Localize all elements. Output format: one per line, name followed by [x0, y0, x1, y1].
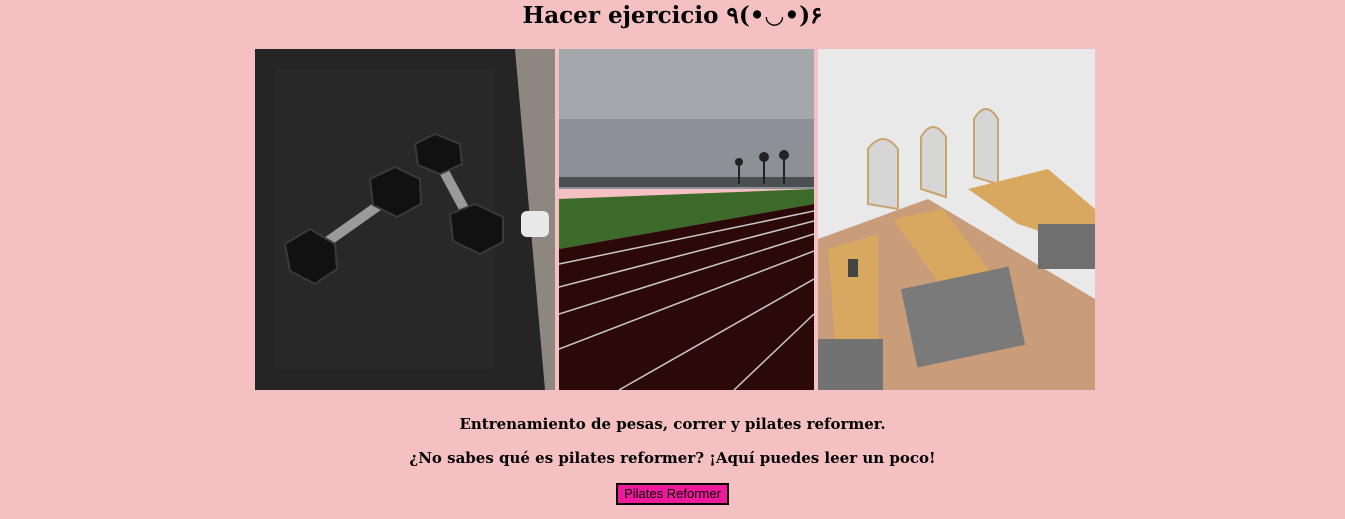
photo-gallery: [255, 49, 1095, 390]
pilates-reformer-button[interactable]: Pilates Reformer: [616, 483, 729, 505]
running-track-photo: [559, 49, 814, 390]
question-text: ¿No sabes qué es pilates reformer? ¡Aquí…: [409, 449, 936, 467]
pilates-studio-photo: [818, 49, 1095, 390]
dumbbells-photo: [255, 49, 555, 390]
description-text: Entrenamiento de pesas, correr y pilates…: [459, 415, 886, 433]
button-container: Pilates Reformer: [0, 483, 1345, 505]
page-title: Hacer ejercicio ٩(•◡•)۶: [522, 2, 823, 29]
